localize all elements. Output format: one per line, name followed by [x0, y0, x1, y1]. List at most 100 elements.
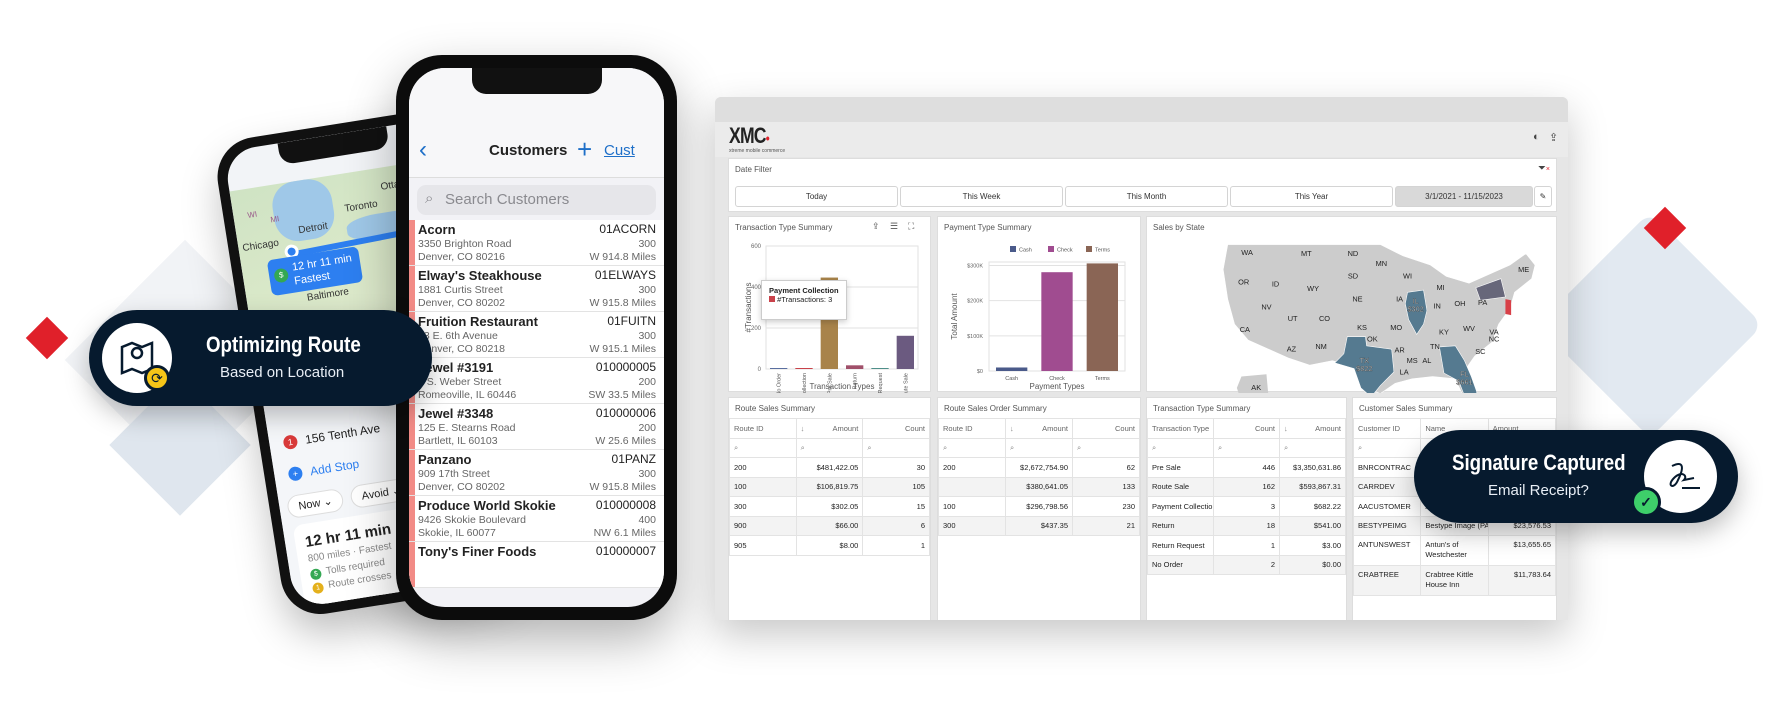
column-filter-input[interactable]: ⌕: [1352, 438, 1422, 458]
sort-arrow-icon[interactable]: ↓: [1010, 424, 1014, 433]
column-filter-input[interactable]: ⌕: [862, 438, 930, 458]
cust-link[interactable]: Cust: [604, 142, 635, 159]
table-row[interactable]: Return Request 1 $3.00: [1147, 535, 1346, 556]
bar[interactable]: [871, 368, 889, 369]
column-header[interactable]: Customer ID: [1352, 418, 1422, 439]
table-row[interactable]: Payment Collection 3 $682.22: [1147, 496, 1346, 517]
edit-range-button[interactable]: ✎: [1534, 186, 1552, 207]
table-row[interactable]: 300 $302.05 15: [729, 496, 930, 517]
table-row[interactable]: Route Sale 162 $593,867.31: [1147, 476, 1346, 497]
table-cell: [938, 476, 1006, 497]
customer-row[interactable]: Elway's Steakhouse 1881 Curtis Street Denv…: [409, 266, 664, 312]
table-row[interactable]: 900 $66.00 6: [729, 515, 930, 536]
table-row[interactable]: No Order 2 $0.00: [1147, 554, 1346, 575]
this-week-button[interactable]: This Week: [900, 186, 1063, 207]
stop-address[interactable]: 156 Tenth Ave: [304, 421, 381, 447]
this-year-button[interactable]: This Year: [1230, 186, 1393, 207]
column-header[interactable]: ↓ Amount: [1005, 418, 1073, 439]
y-tick-label: $100K: [967, 334, 983, 340]
table-cell: $0.00: [1279, 554, 1346, 575]
back-button[interactable]: ‹: [419, 136, 427, 164]
column-filter-input[interactable]: ⌕: [729, 438, 797, 458]
summary-table-panel: Route Sales Summary Route ID ↓ Amount Count ⌕…: [728, 397, 931, 620]
table-cell: $2,672,754.90: [1005, 457, 1073, 478]
state-label: CA: [1240, 325, 1250, 334]
customer-row[interactable]: Acorn 3350 Brighton Road Denver, CO 80216 0…: [409, 220, 664, 266]
column-header[interactable]: Route ID: [729, 418, 797, 439]
bar[interactable]: [1086, 263, 1118, 371]
column-header[interactable]: Transaction Type: [1147, 418, 1214, 439]
customer-row[interactable]: Jewel #3348 125 E. Stearns Road Bartlett, …: [409, 404, 664, 450]
column-filter-input[interactable]: ⌕: [1279, 438, 1346, 458]
table-row[interactable]: 100 $296,798.56 230: [938, 496, 1140, 517]
column-header[interactable]: Count: [1213, 418, 1280, 439]
customer-row[interactable]: Tony's Finer Foods 010000007: [409, 542, 664, 588]
table-row[interactable]: 200 $481,422.05 30: [729, 457, 930, 478]
add-customer-button[interactable]: +: [577, 134, 592, 165]
route-time-bubble[interactable]: $ 12 hr 11 min Fastest: [266, 246, 364, 297]
map-label: MI: [269, 214, 280, 225]
date-range-field[interactable]: 3/1/2021 - 11/15/2023: [1395, 186, 1533, 207]
bar[interactable]: [1041, 272, 1073, 371]
customer-row[interactable]: Fruition Restaurant 13 E. 6th Avenue Denve…: [409, 312, 664, 358]
bar[interactable]: [996, 367, 1028, 371]
customer-distance: SW 33.5 Miles: [588, 389, 656, 401]
column-filter-input[interactable]: ⌕: [1005, 438, 1073, 458]
table-row[interactable]: 905 $8.00 1: [729, 535, 930, 556]
bar[interactable]: [795, 368, 813, 369]
customer-address1: 9426 Skokie Boulevard: [418, 514, 526, 526]
column-filter-input[interactable]: ⌕: [1213, 438, 1280, 458]
customer-row[interactable]: Jewel #3191 0 S. Weber Street Romeoville, …: [409, 358, 664, 404]
this-month-button[interactable]: This Month: [1065, 186, 1228, 207]
us-sales-map[interactable]: WA MT ND MN OR ID WY SD WI MI NV UT CO NE IA KS MO IN OH PA…: [1147, 217, 1558, 393]
payment-type-chart-panel: Payment Type Summary $0 $100K $200K $300K Ca…: [937, 216, 1141, 392]
table-row[interactable]: ANTUNSWEST Antun's of Westchester $13,655.…: [1352, 535, 1557, 566]
table-row[interactable]: 100 $106,819.75 105: [729, 476, 930, 497]
column-header[interactable]: Route ID: [938, 418, 1006, 439]
palette-icon[interactable]: ◐: [1533, 131, 1540, 143]
window-top-bar: [715, 97, 1568, 122]
today-button[interactable]: Today: [735, 186, 898, 207]
state-label: ME: [1518, 265, 1529, 274]
legend-label[interactable]: Cash: [1019, 248, 1032, 254]
search-placeholder: Search Customers: [445, 191, 570, 208]
share-icon[interactable]: ⇪: [1549, 131, 1558, 144]
search-input[interactable]: ⌕ Search Customers: [417, 185, 656, 215]
column-header[interactable]: ↓ Amount: [1279, 418, 1346, 439]
bar[interactable]: [770, 368, 788, 369]
customer-address2: Denver, CO 80216: [418, 251, 505, 263]
table-row[interactable]: Return 18 $541.00: [1147, 515, 1346, 536]
table-row[interactable]: $380,641.05 133: [938, 476, 1140, 497]
sort-arrow-icon[interactable]: ↓: [801, 424, 805, 433]
y-tick-label: $0: [977, 369, 983, 375]
state-label: TN: [1430, 342, 1440, 351]
column-filter-input[interactable]: ⌕: [1072, 438, 1140, 458]
legend-label[interactable]: Terms: [1095, 248, 1110, 254]
customer-route: 300: [638, 468, 656, 480]
state-shape-nj[interactable]: [1505, 299, 1512, 316]
now-button[interactable]: Now ⌄: [285, 487, 346, 520]
state-label: OH: [1454, 299, 1465, 308]
table-cell: $682.22: [1279, 496, 1346, 517]
table-row[interactable]: 200 $2,672,754.90 62: [938, 457, 1140, 478]
column-header[interactable]: ↓ Amount: [795, 418, 864, 439]
customer-row[interactable]: Produce World Skokie 9426 Skokie Boulevar…: [409, 496, 664, 542]
customer-row[interactable]: Panzano 909 17th Street Denver, CO 80202 01…: [409, 450, 664, 496]
column-label: Count: [1254, 424, 1275, 433]
clear-filter-icon[interactable]: ⏷×: [1538, 163, 1550, 174]
column-filter-input[interactable]: ⌕: [795, 438, 864, 458]
column-filter-input[interactable]: ⌕: [938, 438, 1006, 458]
legend-label[interactable]: Check: [1057, 248, 1073, 254]
column-header[interactable]: Count: [862, 418, 930, 439]
add-stop-button[interactable]: Add Stop: [309, 457, 360, 479]
table-row[interactable]: Pre Sale 446 $3,350,631.86: [1147, 457, 1346, 478]
column-header[interactable]: Count: [1072, 418, 1140, 439]
table-row[interactable]: 300 $437.35 21: [938, 515, 1140, 536]
column-filter-input[interactable]: ⌕: [1147, 438, 1214, 458]
bar[interactable]: [846, 365, 864, 369]
bar[interactable]: [896, 335, 914, 369]
table-row[interactable]: CRABTREE Crabtree Kittle House Inn $11,783…: [1352, 565, 1557, 596]
customer-route: 300: [638, 284, 656, 296]
customer-name: Tony's Finer Foods: [418, 544, 537, 559]
sort-arrow-icon[interactable]: ↓: [1284, 424, 1288, 433]
